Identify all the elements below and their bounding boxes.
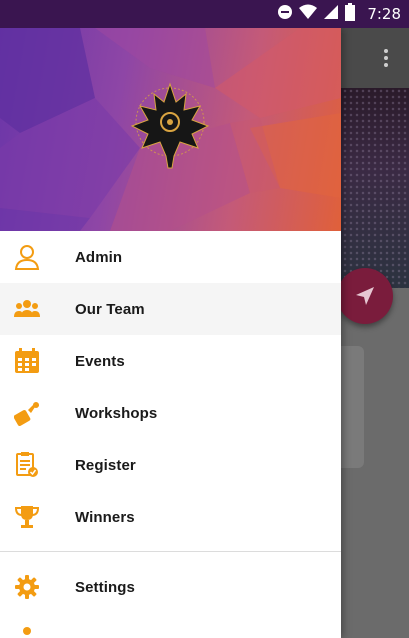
more-options-icon[interactable]	[377, 46, 395, 70]
status-icons: 7:28	[277, 2, 401, 26]
menu-item-label: Admin	[75, 248, 123, 266]
menu-item-label: Winners	[75, 508, 135, 526]
menu-item-events[interactable]: Events	[0, 335, 341, 387]
menu-item-winners[interactable]: Winners	[0, 491, 341, 543]
trophy-icon	[14, 504, 40, 530]
menu-item-label: Register	[75, 456, 136, 474]
workshop-tools-icon	[13, 400, 40, 426]
menu-item-workshops[interactable]: Workshops	[0, 387, 341, 439]
wifi-icon	[299, 4, 318, 25]
drawer-header	[0, 28, 341, 231]
navigation-drawer: Admin Our Team Events Workshops Register	[0, 28, 341, 638]
calendar-icon	[14, 348, 40, 374]
drawer-menu: Admin Our Team Events Workshops Register	[0, 231, 341, 635]
partial-icon	[22, 623, 32, 638]
maple-leaf-logo	[128, 80, 212, 170]
signal-icon	[323, 4, 339, 25]
menu-item-label: Our Team	[75, 300, 145, 318]
menu-item-our-team[interactable]: Our Team	[0, 283, 341, 335]
menu-divider	[0, 551, 341, 552]
status-time: 7:28	[367, 5, 401, 23]
menu-item-register[interactable]: Register	[0, 439, 341, 491]
register-clipboard-icon	[14, 452, 40, 478]
settings-gear-icon	[14, 574, 40, 600]
navigate-fab[interactable]	[337, 268, 393, 324]
admin-user-icon	[14, 244, 40, 270]
status-bar: 7:28	[0, 0, 409, 28]
menu-item-admin[interactable]: Admin	[0, 231, 341, 283]
menu-item-label: Settings	[75, 578, 135, 596]
menu-item-settings[interactable]: Settings	[0, 561, 341, 613]
menu-item-label: Events	[75, 352, 125, 370]
battery-icon	[345, 2, 356, 26]
menu-item-partial[interactable]	[0, 613, 341, 635]
do-not-disturb-icon	[277, 4, 293, 25]
team-icon	[14, 296, 40, 322]
menu-item-label: Workshops	[75, 404, 158, 422]
